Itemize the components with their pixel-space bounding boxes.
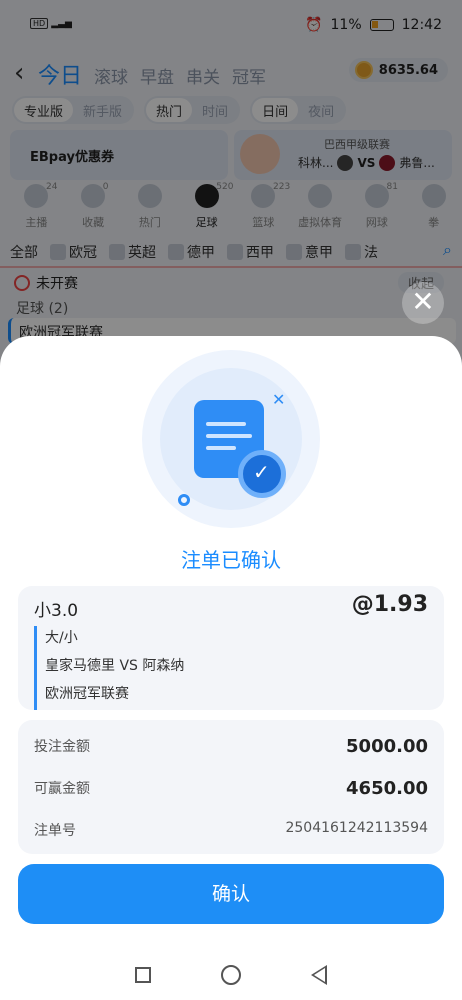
amount-card: 投注金额 5000.00 可赢金额 4650.00 注单号 2504161242… xyxy=(18,720,444,854)
stake-value: 5000.00 xyxy=(346,736,428,757)
back-icon[interactable] xyxy=(311,965,327,985)
bet-match: 皇家马德里 VS 阿森纳 xyxy=(45,658,185,674)
win-row: 可赢金额 4650.00 xyxy=(34,778,428,799)
home-icon[interactable] xyxy=(221,965,241,985)
doc-line xyxy=(206,422,246,426)
stake-row: 投注金额 5000.00 xyxy=(34,736,428,757)
order-label: 注单号 xyxy=(34,823,76,839)
ring-icon xyxy=(178,494,190,506)
bet-confirmation-sheet: ✕ 注单已确认 小3.0 @1.93 大/小 皇家马德里 VS 阿森纳 欧洲冠军… xyxy=(0,336,462,1000)
win-label: 可赢金额 xyxy=(34,781,90,797)
stake-label: 投注金额 xyxy=(34,739,90,755)
system-nav-bar xyxy=(0,950,462,1000)
bet-selection: 小3.0 xyxy=(34,601,79,621)
win-value: 4650.00 xyxy=(346,778,428,799)
bet-competition: 欧洲冠军联赛 xyxy=(45,686,129,702)
confirmation-illustration: ✕ xyxy=(142,350,320,528)
order-number: 2504161242113594 xyxy=(285,820,428,836)
modal-title: 注单已确认 xyxy=(181,548,281,572)
order-row: 注单号 2504161242113594 xyxy=(34,820,428,840)
doc-line xyxy=(206,434,252,438)
sparkle-icon: ✕ xyxy=(272,390,286,409)
close-icon[interactable]: ✕ xyxy=(402,282,444,324)
doc-line xyxy=(206,446,236,450)
check-icon xyxy=(238,450,286,498)
recents-icon[interactable] xyxy=(135,967,151,983)
bet-detail-list: 大/小 皇家马德里 VS 阿森纳 欧洲冠军联赛 xyxy=(34,626,184,710)
bet-market: 大/小 xyxy=(45,630,78,646)
confirm-button[interactable]: 确认 xyxy=(18,864,444,924)
bet-odds: @1.93 xyxy=(351,592,428,617)
bet-details-card: 小3.0 @1.93 大/小 皇家马德里 VS 阿森纳 欧洲冠军联赛 xyxy=(18,586,444,710)
